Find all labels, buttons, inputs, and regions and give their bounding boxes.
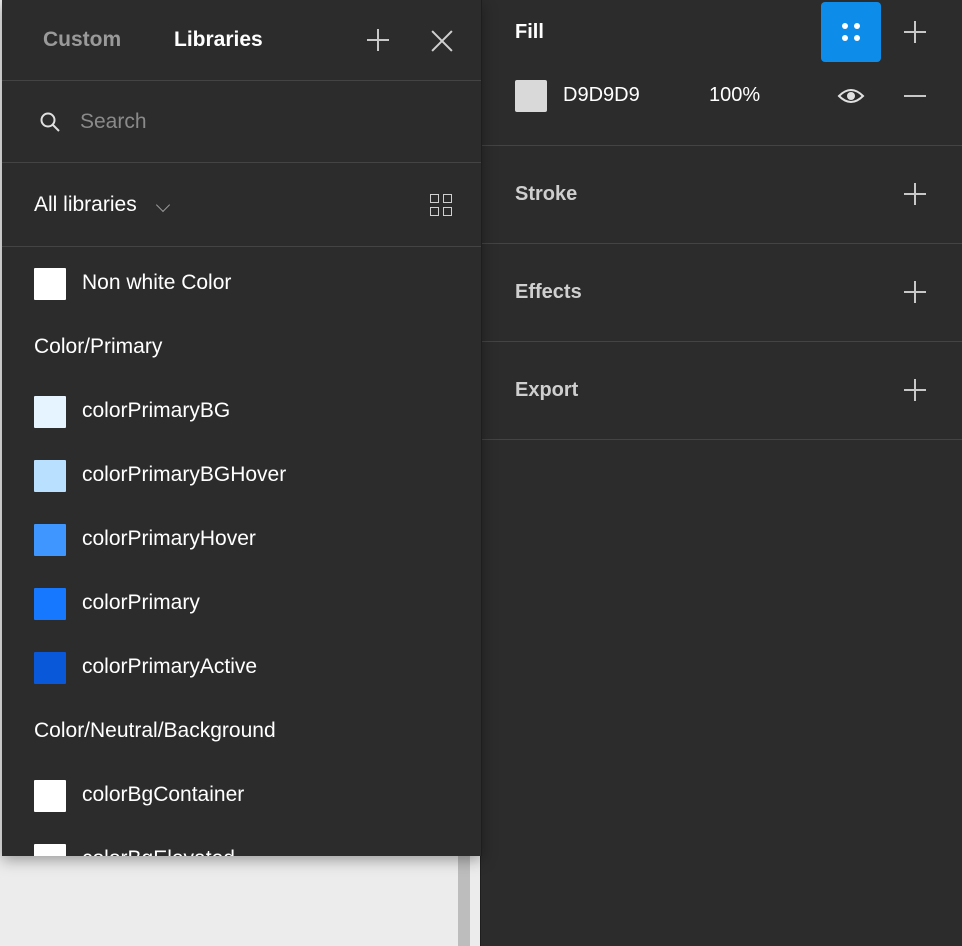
style-name: colorPrimary [82, 591, 200, 614]
eye-icon[interactable] [837, 86, 865, 106]
list-item[interactable]: colorPrimary [2, 568, 481, 632]
style-dots-icon-dot [854, 35, 860, 41]
list-item[interactable]: colorPrimaryActive [2, 632, 481, 696]
add-fill-icon[interactable] [904, 21, 926, 43]
style-name: colorPrimaryActive [82, 655, 258, 678]
fill-hex-value[interactable]: D9D9D9 [563, 84, 640, 107]
export-section: Export [481, 342, 962, 440]
group-header: Color/Primary [34, 335, 163, 358]
grid-view-icon-cell [443, 194, 452, 203]
color-swatch [34, 652, 66, 684]
add-effect-icon[interactable] [904, 281, 926, 303]
list-item[interactable]: colorPrimaryBG [2, 376, 481, 440]
stroke-section: Stroke [481, 146, 962, 244]
effects-title: Effects [515, 281, 582, 303]
color-swatch [34, 268, 66, 300]
fill-color-swatch[interactable] [515, 80, 547, 112]
list-item[interactable]: colorPrimaryBGHover [2, 440, 481, 504]
library-filter-row: All libraries [2, 164, 481, 247]
list-item[interactable]: colorPrimaryHover [2, 504, 481, 568]
list-item[interactable]: colorBgContainer [2, 760, 481, 824]
color-swatch [34, 460, 66, 492]
color-swatch [34, 780, 66, 812]
fill-style-button[interactable] [821, 2, 881, 62]
effects-section: Effects [481, 244, 962, 342]
color-styles-popover: Custom Libraries All libraries Non white… [2, 0, 482, 856]
style-name: colorPrimaryBGHover [82, 463, 287, 486]
color-swatch [34, 524, 66, 556]
color-swatch [34, 588, 66, 620]
add-stroke-icon[interactable] [904, 183, 926, 205]
properties-panel: Fill D9D9D9 100% Stroke Effects Export [480, 0, 962, 946]
remove-fill-icon[interactable] [904, 95, 926, 97]
fill-section: Fill D9D9D9 100% [481, 0, 962, 146]
search-bar [2, 82, 481, 163]
tab-libraries[interactable]: Libraries [174, 28, 263, 52]
style-name: colorBgElevated [82, 847, 235, 856]
grid-view-icon-cell [443, 207, 452, 216]
stroke-title: Stroke [515, 183, 578, 205]
style-name: colorPrimaryBG [82, 399, 231, 422]
popover-header: Custom Libraries [2, 0, 481, 81]
style-name: Non white Color [82, 271, 232, 294]
canvas-scrollbar[interactable] [458, 850, 470, 946]
grid-view-icon[interactable] [430, 194, 454, 218]
search-icon [40, 112, 60, 132]
tab-custom[interactable]: Custom [43, 28, 121, 52]
style-dots-icon-dot [842, 35, 848, 41]
fill-opacity-value[interactable]: 100% [709, 84, 760, 107]
add-export-icon[interactable] [904, 379, 926, 401]
style-dots-icon-dot [854, 23, 860, 29]
grid-view-icon-cell [430, 207, 439, 216]
fill-title: Fill [515, 21, 544, 43]
color-swatch [34, 396, 66, 428]
group-header: Color/Neutral/Background [34, 719, 276, 742]
list-item[interactable]: Non white Color [2, 248, 481, 312]
search-input[interactable] [80, 106, 440, 138]
library-filter-dropdown[interactable]: All libraries [34, 193, 137, 217]
plus-icon[interactable] [367, 29, 389, 51]
chevron-down-icon[interactable] [155, 197, 171, 213]
style-name: colorBgContainer [82, 783, 245, 806]
color-swatch [34, 844, 66, 856]
style-dots-icon [842, 23, 848, 29]
export-title: Export [515, 379, 579, 401]
close-icon[interactable] [430, 29, 454, 53]
grid-view-icon-cell [430, 194, 439, 203]
list-item[interactable]: colorBgElevated [2, 824, 481, 856]
style-name: colorPrimaryHover [82, 527, 256, 550]
